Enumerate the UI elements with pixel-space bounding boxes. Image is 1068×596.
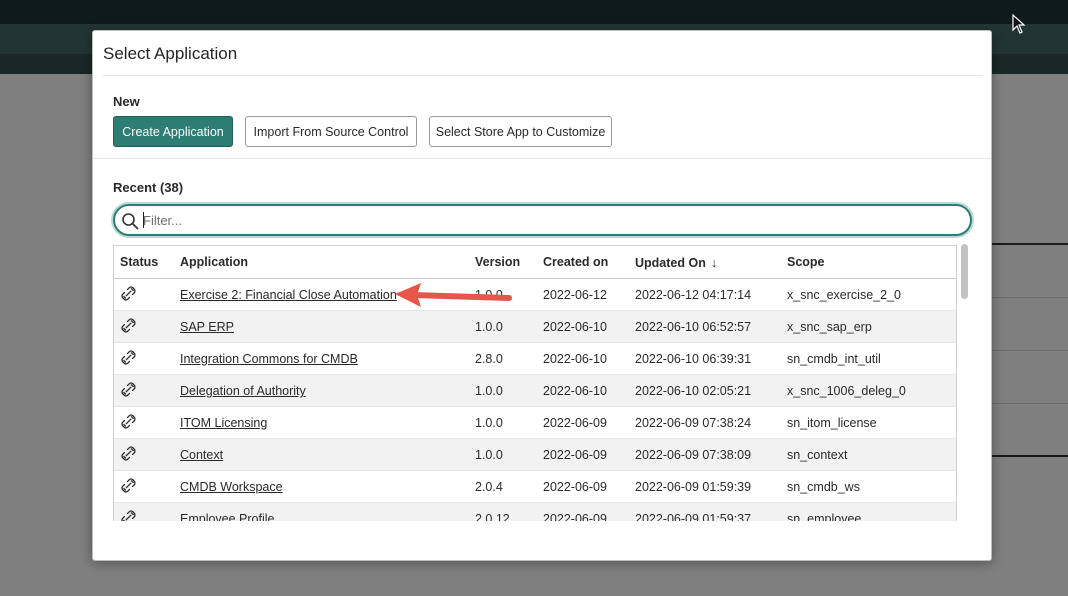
updated-on-cell: 2022-06-10 06:52:57 <box>635 320 752 334</box>
link-icon <box>120 349 137 366</box>
created-on-cell: 2022-06-10 <box>543 352 607 366</box>
scope-cell: sn_cmdb_int_util <box>787 352 881 366</box>
table-header: Status Application Version Created on Up… <box>114 246 956 279</box>
scope-cell: x_snc_1006_deleg_0 <box>787 384 906 398</box>
column-header-created-on[interactable]: Created on <box>543 255 608 269</box>
updated-on-cell: 2022-06-09 07:38:24 <box>635 416 752 430</box>
background-divider <box>992 297 1068 298</box>
version-cell: 1.0.0 <box>475 384 503 398</box>
table-row[interactable]: Exercise 2: Financial Close Automation1.… <box>114 279 956 311</box>
sort-descending-icon: ↓ <box>710 255 718 270</box>
recent-section-label: Recent (38) <box>113 180 184 195</box>
link-icon <box>120 317 137 334</box>
scope-cell: sn_itom_license <box>787 416 877 430</box>
table-scrollbar-thumb[interactable] <box>961 244 968 299</box>
link-icon <box>120 285 137 302</box>
scope-cell: sn_cmdb_ws <box>787 480 860 494</box>
section-divider <box>93 158 991 159</box>
table-row[interactable]: SAP ERP 1.0.0 2022-06-10 2022-06-10 06:52:5… <box>114 311 956 343</box>
dialog-title: Select Application <box>103 44 238 63</box>
version-cell: 1.0.0 <box>475 416 503 430</box>
column-header-application[interactable]: Application <box>180 255 248 269</box>
search-icon <box>122 213 139 230</box>
application-link[interactable]: Delegation of Authority <box>180 384 306 398</box>
application-link[interactable]: Employee Profile <box>180 512 275 521</box>
table-row[interactable]: CMDB Workspace 2.0.4 2022-06-09 2022-06-09 … <box>114 471 956 503</box>
application-link[interactable]: ITOM Licensing <box>180 416 267 430</box>
created-on-cell: 2022-06-09 <box>543 416 607 430</box>
table-row[interactable]: Context 1.0.0 2022-06-09 2022-06-09 07:38:0… <box>114 439 956 471</box>
created-on-cell: 2022-06-12 <box>543 288 607 302</box>
background-divider <box>992 455 1068 457</box>
column-header-scope[interactable]: Scope <box>787 255 825 269</box>
table-row[interactable]: ITOM Licensing 1.0.0 2022-06-09 2022-06-09 … <box>114 407 956 439</box>
version-cell: 2.0.4 <box>475 480 503 494</box>
created-on-cell: 2022-06-10 <box>543 320 607 334</box>
column-header-status[interactable]: Status <box>120 255 158 269</box>
updated-on-cell: 2022-06-10 06:39:31 <box>635 352 752 366</box>
background-divider <box>992 350 1068 351</box>
applications-table: Status Application Version Created on Up… <box>113 245 957 521</box>
app-top-bar <box>0 0 1068 24</box>
select-application-dialog: Select Application New Create Applicatio… <box>92 30 992 561</box>
updated-on-cell: 2022-06-10 02:05:21 <box>635 384 752 398</box>
scope-cell: sn_context <box>787 448 848 462</box>
mouse-pointer-icon <box>1012 14 1026 34</box>
filter-field[interactable] <box>113 204 972 236</box>
version-cell: 2.0.12 <box>475 512 510 521</box>
table-row[interactable]: Employee Profile 2.0.12 2022-06-09 2022-06-… <box>114 503 956 521</box>
import-from-source-control-button[interactable]: Import From Source Control <box>245 116 417 147</box>
link-icon <box>120 381 137 398</box>
application-link[interactable]: Integration Commons for CMDB <box>180 352 358 366</box>
background-divider <box>992 403 1068 404</box>
link-icon <box>120 477 137 494</box>
updated-on-label: Updated On <box>635 256 706 270</box>
filter-input[interactable] <box>143 210 943 230</box>
scope-cell: sn_employee <box>787 512 862 521</box>
red-arrow-annotation <box>395 283 512 307</box>
updated-on-cell: 2022-06-09 01:59:39 <box>635 480 752 494</box>
new-section-label: New <box>113 94 140 109</box>
created-on-cell: 2022-06-09 <box>543 480 607 494</box>
created-on-cell: 2022-06-09 <box>543 512 607 521</box>
link-icon <box>120 445 137 462</box>
application-link[interactable]: Exercise 2: Financial Close Automation <box>180 288 397 302</box>
version-cell: 1.0.0 <box>475 448 503 462</box>
application-link[interactable]: Context <box>180 448 223 462</box>
updated-on-cell: 2022-06-12 04:17:14 <box>635 288 752 302</box>
table-row[interactable]: Integration Commons for CMDB 2.8.0 2022-06… <box>114 343 956 375</box>
created-on-cell: 2022-06-10 <box>543 384 607 398</box>
updated-on-cell: 2022-06-09 01:59:37 <box>635 512 752 521</box>
version-cell: 1.0.0 <box>475 320 503 334</box>
scope-cell: x_snc_exercise_2_0 <box>787 288 901 302</box>
application-link[interactable]: CMDB Workspace <box>180 480 283 494</box>
background-divider <box>992 243 1068 245</box>
created-on-cell: 2022-06-09 <box>543 448 607 462</box>
column-header-updated-on[interactable]: Updated On ↓ <box>635 255 717 270</box>
select-store-app-button[interactable]: Select Store App to Customize <box>429 116 612 147</box>
create-application-button[interactable]: Create Application <box>113 116 233 147</box>
scope-cell: x_snc_sap_erp <box>787 320 872 334</box>
title-divider <box>103 75 983 76</box>
version-cell: 2.8.0 <box>475 352 503 366</box>
link-icon <box>120 413 137 430</box>
application-link[interactable]: SAP ERP <box>180 320 234 334</box>
link-icon <box>120 509 137 521</box>
text-cursor <box>143 212 144 228</box>
column-header-version[interactable]: Version <box>475 255 520 269</box>
updated-on-cell: 2022-06-09 07:38:09 <box>635 448 752 462</box>
table-row[interactable]: Delegation of Authority 1.0.0 2022-06-10 20… <box>114 375 956 407</box>
